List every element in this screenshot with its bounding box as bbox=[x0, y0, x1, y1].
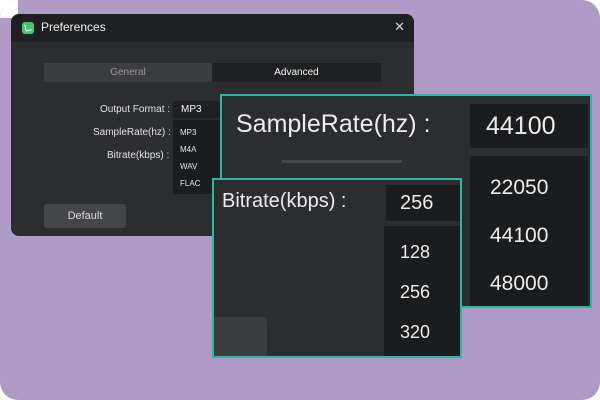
bitrate-option[interactable]: 320 bbox=[400, 322, 430, 343]
sample-rate-select[interactable]: 44100 bbox=[470, 104, 588, 148]
output-format-label: Output Format : bbox=[100, 104, 171, 115]
sample-rate-option[interactable]: 22050 bbox=[490, 176, 548, 200]
bitrate-option[interactable]: 128 bbox=[400, 242, 430, 263]
blurred-text-fragment bbox=[282, 160, 402, 163]
default-button[interactable]: Default bbox=[44, 204, 126, 228]
tab-bar: General Advanced bbox=[44, 63, 381, 82]
bitrate-select[interactable]: 256 bbox=[386, 185, 460, 221]
output-format-option[interactable]: M4A bbox=[180, 145, 196, 154]
sample-rate-option[interactable]: 44100 bbox=[490, 224, 548, 248]
sample-rate-zoom-label: SampleRate(hz) : bbox=[236, 110, 431, 138]
app-icon bbox=[22, 22, 34, 34]
tab-advanced[interactable]: Advanced bbox=[212, 63, 381, 82]
background-canvas: Preferences ✕ General Advanced Output Fo… bbox=[0, 0, 600, 400]
bitrate-dropdown: 128 256 320 bbox=[384, 226, 460, 356]
output-format-option[interactable]: FLAC bbox=[180, 179, 200, 188]
bitrate-label: Bitrate(kbps) : bbox=[107, 150, 170, 161]
tab-general[interactable]: General bbox=[44, 63, 212, 82]
output-format-option[interactable]: MP3 bbox=[180, 128, 196, 137]
sample-rate-label: SampleRate(hz) : bbox=[93, 127, 171, 138]
bitrate-zoom-label: Bitrate(kbps) : bbox=[222, 190, 347, 212]
bitrate-zoom-panel: Bitrate(kbps) : 256 128 256 320 bbox=[212, 178, 462, 358]
close-icon[interactable]: ✕ bbox=[394, 19, 405, 35]
output-format-option[interactable]: WAV bbox=[180, 162, 197, 171]
window-title: Preferences bbox=[41, 20, 106, 34]
bitrate-option[interactable]: 256 bbox=[400, 282, 430, 303]
default-button-ghost bbox=[214, 317, 267, 356]
sample-rate-option[interactable]: 48000 bbox=[490, 272, 548, 296]
title-bar: Preferences ✕ bbox=[11, 14, 414, 42]
sample-rate-dropdown: 22050 44100 48000 bbox=[470, 156, 588, 306]
